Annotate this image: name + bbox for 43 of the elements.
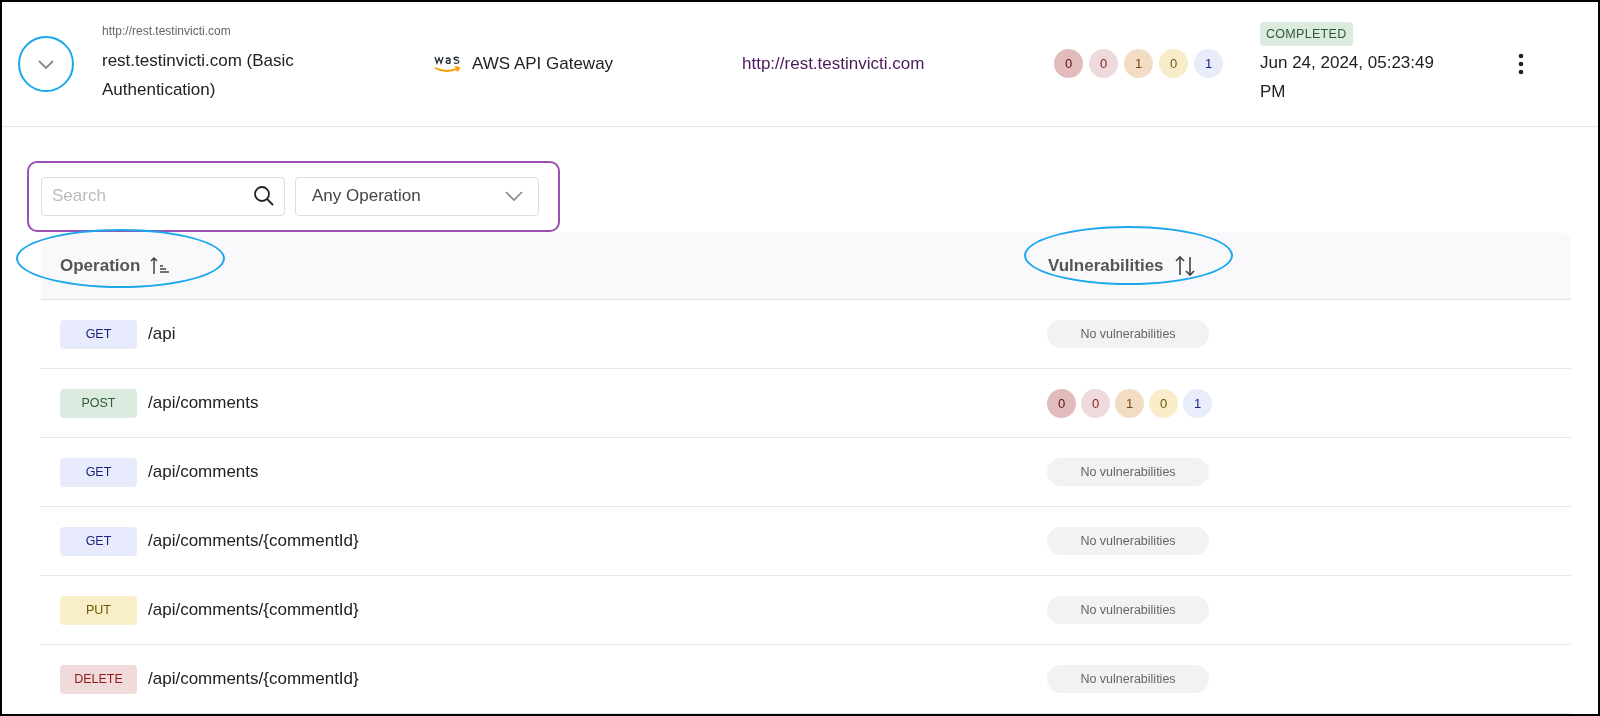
chevron-down-icon xyxy=(504,190,524,203)
severity-count: 1 xyxy=(1194,49,1223,79)
endpoint-path: /api/comments/{commentId} xyxy=(148,669,359,689)
severity-count: 0 xyxy=(1149,388,1178,418)
gateway-label: AWS API Gateway xyxy=(472,53,614,74)
http-method-tag: GET xyxy=(60,526,137,556)
http-method-tag: POST xyxy=(60,388,137,418)
column-header[interactable]: Vulnerabilities xyxy=(1048,255,1164,276)
target-link[interactable]: http://rest.testinvicti.com xyxy=(742,53,1054,74)
status-badge: COMPLETED xyxy=(1260,21,1353,46)
http-method-tag: PUT xyxy=(60,595,137,625)
no-vulnerabilities-tag: No vulnerabilities xyxy=(1047,320,1209,348)
endpoint-path: /api/comments/{commentId} xyxy=(148,531,359,551)
expand-button[interactable] xyxy=(18,35,74,92)
no-vulnerabilities-tag: No vulnerabilities xyxy=(1047,458,1209,486)
search-field[interactable]: Search xyxy=(41,176,285,216)
sort-icon[interactable] xyxy=(1173,254,1196,277)
severity-count: 0 xyxy=(1089,49,1118,79)
severity-count: 0 xyxy=(1159,49,1188,79)
no-vulnerabilities-tag: No vulnerabilities xyxy=(1047,665,1209,693)
http-method-tag: GET xyxy=(60,319,137,349)
endpoint-path: /api/comments xyxy=(148,462,259,482)
endpoint-path: /api/comments/{commentId} xyxy=(148,600,359,620)
severity-count: 1 xyxy=(1183,388,1212,418)
severity-count: 0 xyxy=(1054,49,1083,79)
target-url: http://rest.testinvicti.com xyxy=(102,23,232,38)
scan-date: Jun 24, 2024, 05:23:49 PM xyxy=(1260,51,1435,103)
target-title: rest.testinvicti.com (Basic Authentication) xyxy=(102,49,295,101)
no-vulnerabilities-tag: No vulnerabilities xyxy=(1047,596,1209,624)
operation-dropdown[interactable]: Any Operation xyxy=(295,176,539,216)
no-vulnerabilities-tag: No vulnerabilities xyxy=(1047,527,1209,555)
severity-count: 0 xyxy=(1081,388,1110,418)
severity-count: 1 xyxy=(1124,49,1153,79)
severity-count: 1 xyxy=(1115,388,1144,418)
sort-ascending-icon[interactable] xyxy=(150,255,171,276)
search-icon xyxy=(253,184,275,207)
column-header[interactable]: Operation xyxy=(60,255,141,276)
http-method-tag: DELETE xyxy=(60,664,137,694)
endpoint-path: /api xyxy=(148,324,176,344)
more-menu-icon[interactable] xyxy=(1518,52,1524,75)
http-method-tag: GET xyxy=(60,457,137,487)
endpoint-path: /api/comments xyxy=(148,393,259,413)
severity-count: 0 xyxy=(1047,388,1076,418)
